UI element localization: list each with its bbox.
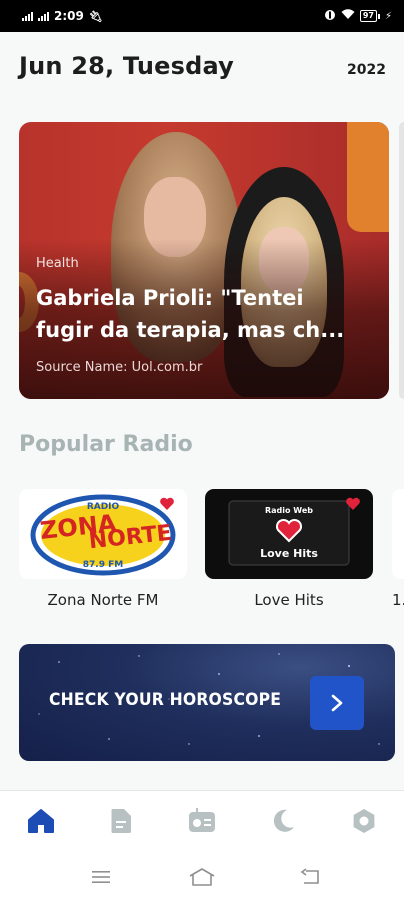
- radio-icon: [189, 808, 215, 832]
- favorite-heart-icon[interactable]: [345, 496, 361, 512]
- nav-news[interactable]: [106, 806, 136, 836]
- signal-2-icon: [38, 11, 49, 21]
- horoscope-arrow-button[interactable]: [310, 676, 364, 730]
- svg-text:Radio Web: Radio Web: [265, 506, 313, 515]
- home-outline-icon: [189, 868, 215, 886]
- news-category: Health: [36, 256, 79, 271]
- system-home-button[interactable]: [187, 865, 217, 889]
- bottom-nav: [0, 791, 404, 853]
- battery-icon: 97: [359, 10, 380, 22]
- settings-icon: [353, 809, 375, 833]
- system-nav-bar: [0, 853, 404, 900]
- data-saver-icon: [324, 9, 336, 24]
- popular-radio-title: Popular Radio: [19, 432, 193, 457]
- featured-news-card[interactable]: Health Gabriela Prioli: "Tentei fugir da…: [19, 122, 389, 399]
- header: Jun 28, Tuesday 2022: [19, 52, 386, 80]
- news-source: Source Name: Uol.com.br: [36, 360, 203, 375]
- system-menu-button[interactable]: [86, 865, 116, 889]
- nav-radio[interactable]: [187, 806, 217, 836]
- news-title: Gabriela Prioli: "Tentei fugir da terapi…: [36, 282, 381, 346]
- wifi-icon: [341, 9, 355, 23]
- battery-level: 97: [359, 10, 377, 22]
- favorite-heart-icon[interactable]: [159, 496, 175, 512]
- status-right: 97 ⚡︎: [324, 9, 392, 24]
- chevron-right-icon: [331, 694, 343, 712]
- moon-icon: [273, 809, 294, 832]
- radio-name-love-hits: Love Hits: [254, 591, 324, 609]
- next-news-card[interactable]: [399, 122, 404, 399]
- system-back-button[interactable]: [294, 865, 324, 889]
- year-label: 2022: [347, 62, 386, 78]
- status-time: 2:09: [54, 9, 84, 23]
- svg-text:87.9 FM: 87.9 FM: [83, 560, 123, 570]
- horoscope-text: CHECK YOUR HOROSCOPE: [49, 690, 282, 710]
- home-icon: [28, 809, 54, 833]
- back-icon: [300, 868, 319, 884]
- radio-tile-love-hits[interactable]: Radio Web Love Hits: [205, 489, 373, 579]
- usb-icon: 🔌︎: [88, 9, 103, 23]
- status-bar: 2:09 🔌︎ 97 ⚡︎: [0, 0, 404, 32]
- nav-horoscope[interactable]: [268, 806, 298, 836]
- news-title-line-2: fugir da terapia, mas ch...: [36, 318, 345, 342]
- decorative-shape: [347, 122, 389, 232]
- signal-icon: [22, 11, 33, 21]
- charging-icon: ⚡︎: [384, 10, 392, 22]
- status-left: 2:09 🔌︎: [22, 9, 103, 23]
- horoscope-banner[interactable]: CHECK YOUR HOROSCOPE: [19, 644, 395, 761]
- menu-icon: [92, 871, 110, 883]
- page-date: Jun 28, Tuesday: [19, 52, 234, 80]
- document-icon: [111, 809, 131, 834]
- radio-name-partial: 1.: [392, 591, 404, 609]
- news-title-line-1: Gabriela Prioli: "Tentei: [36, 286, 304, 310]
- nav-settings[interactable]: [349, 806, 379, 836]
- svg-text:Love Hits: Love Hits: [260, 547, 318, 560]
- radio-name-zona-norte: Zona Norte FM: [47, 591, 159, 609]
- radio-tile-partial[interactable]: [392, 489, 404, 579]
- nav-home[interactable]: [26, 806, 56, 836]
- radio-tile-zona-norte[interactable]: RADIO ZONA NORTE 87.9 FM: [19, 489, 187, 579]
